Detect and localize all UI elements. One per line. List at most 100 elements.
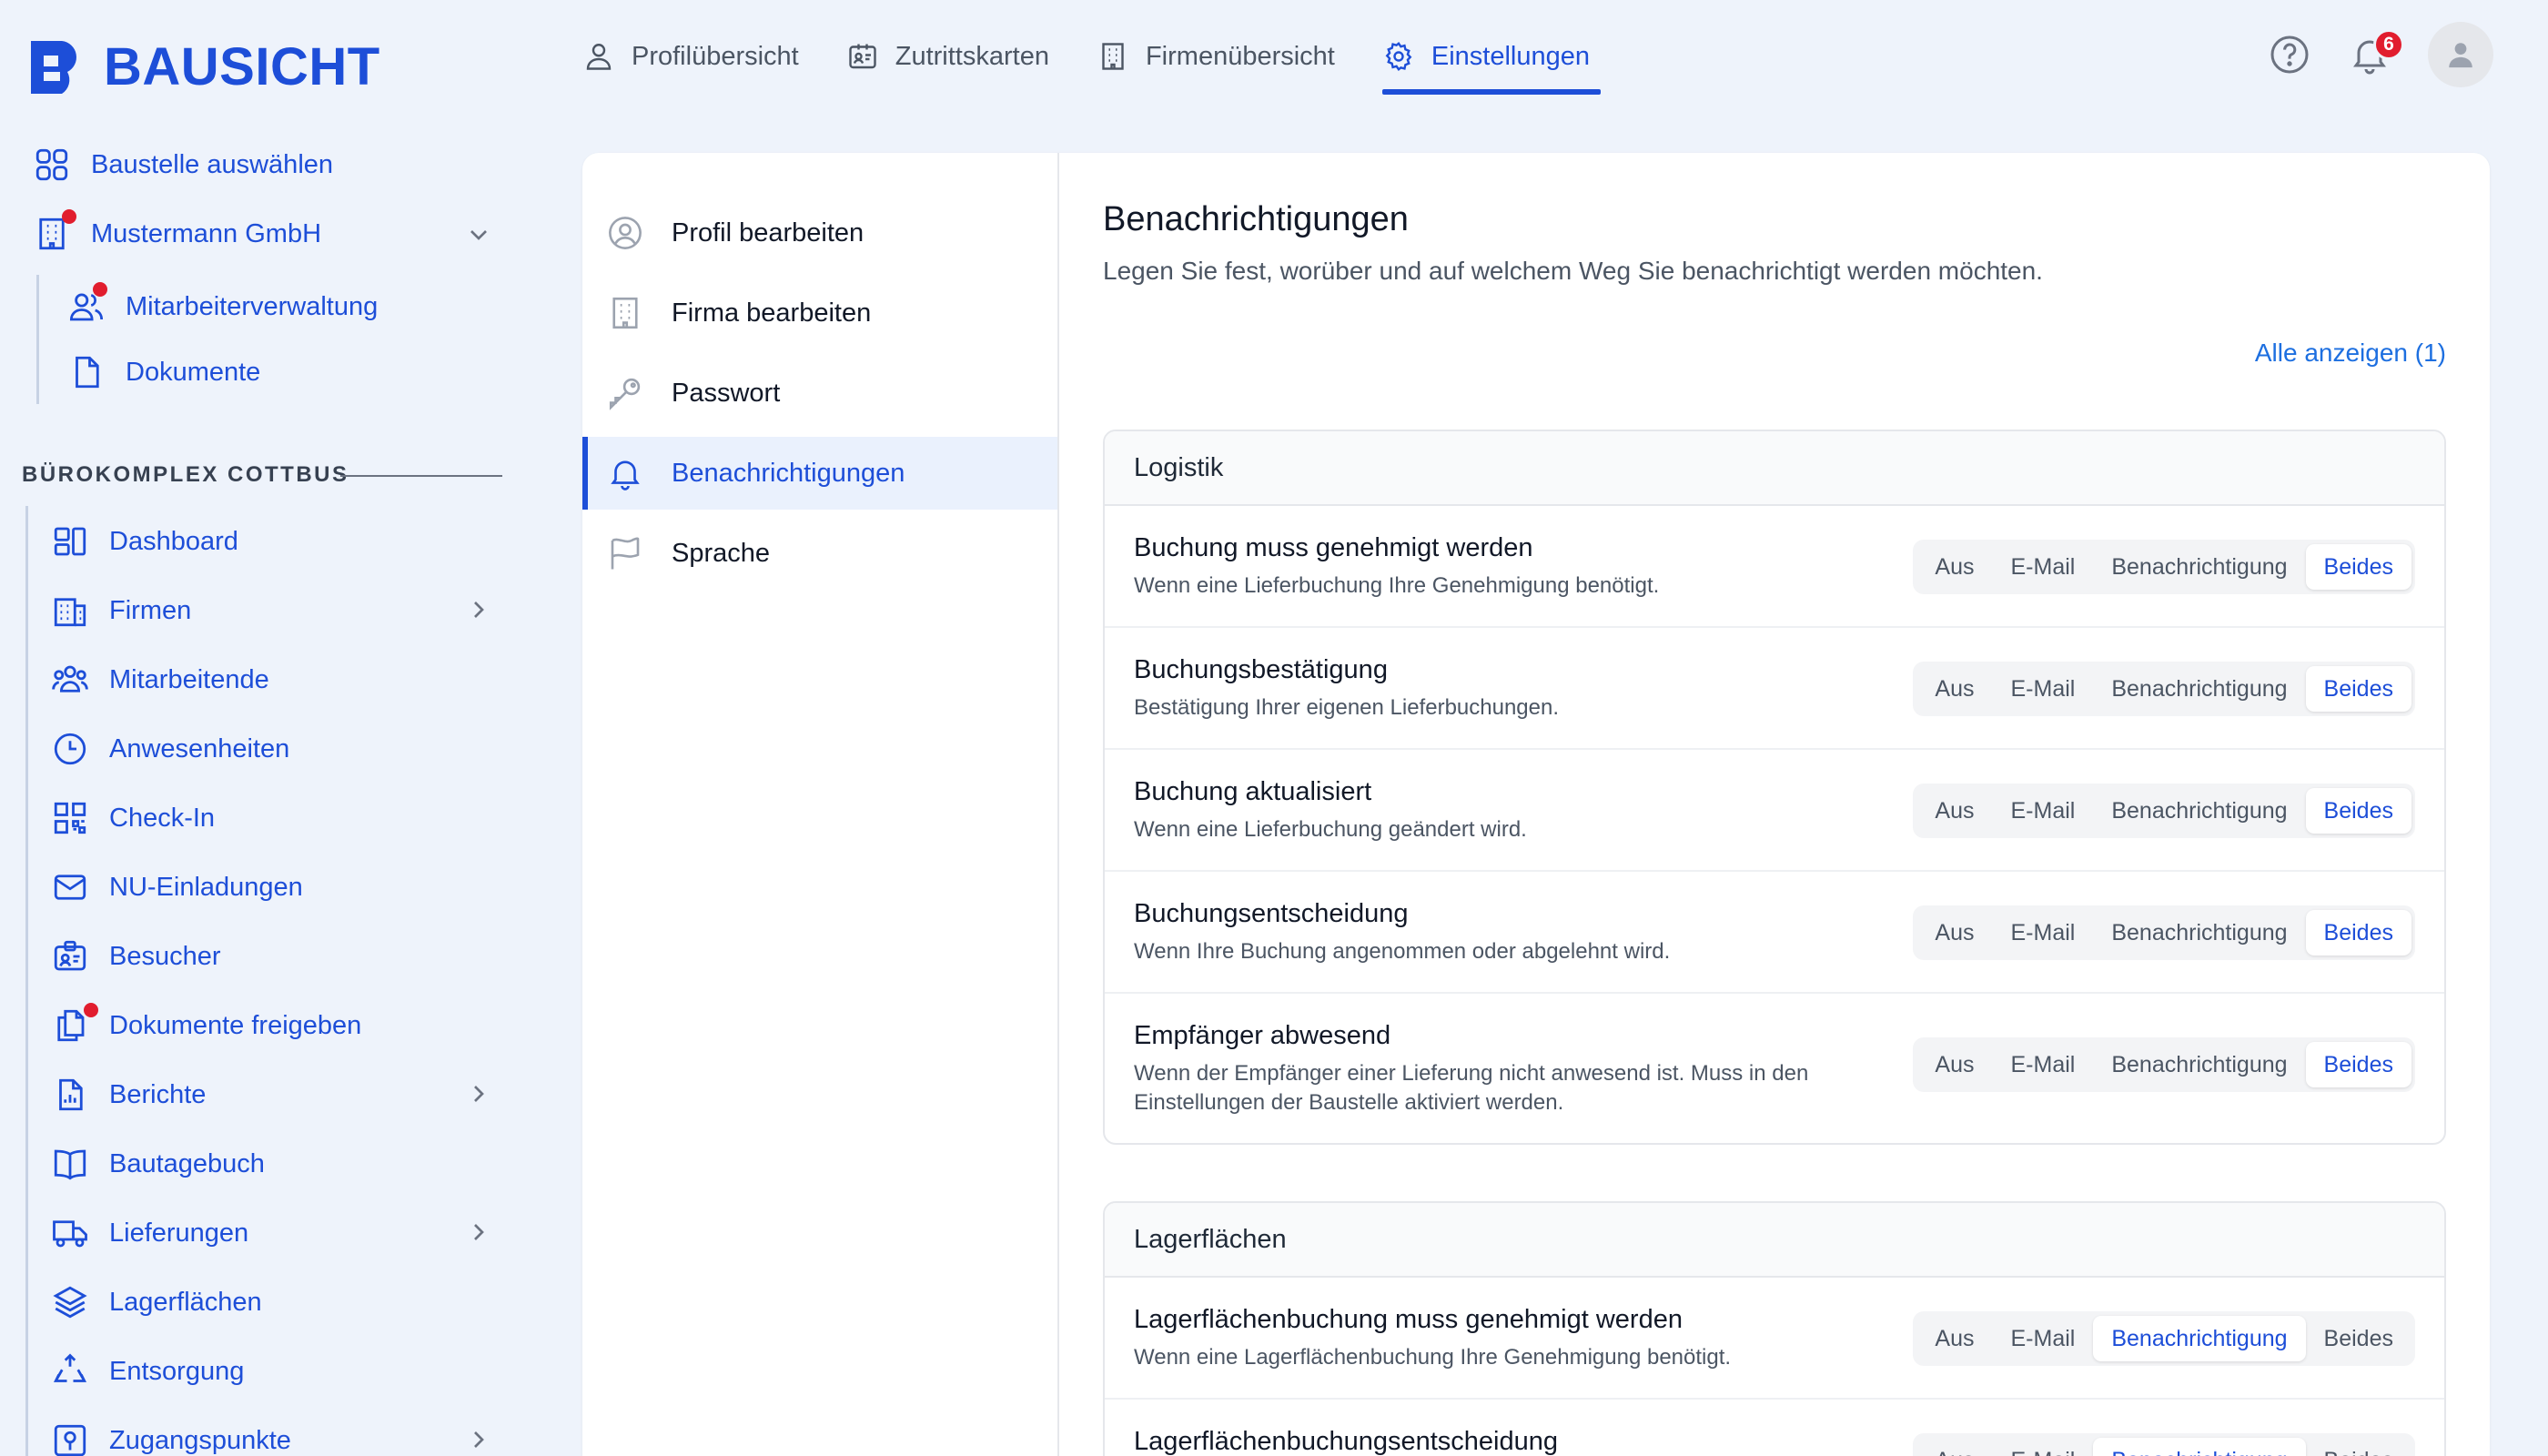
tab-profile-overview[interactable]: Profilübersicht — [582, 27, 799, 86]
chevron-right-icon[interactable] — [464, 1425, 493, 1454]
sidebar-item-disposal[interactable]: Entsorgung — [51, 1352, 244, 1390]
notification-setting-row: Empfänger abwesend Wenn der Empfänger ein… — [1105, 994, 2444, 1143]
settings-nav-company[interactable]: Firma bearbeiten — [582, 277, 1057, 349]
channel-option[interactable]: E-Mail — [1993, 1042, 2094, 1087]
sidebar-item-attendance[interactable]: Anwesenheiten — [51, 730, 289, 768]
sidebar-item-documents[interactable]: Dokumente — [67, 353, 260, 391]
page-title: Benachrichtigungen — [1103, 200, 1409, 238]
documents-icon — [51, 1003, 98, 1045]
show-all-link[interactable]: Alle anzeigen (1) — [2255, 339, 2446, 368]
notifications-button[interactable]: 6 — [2348, 29, 2404, 76]
settings-nav-label: Sprache — [672, 538, 771, 568]
channel-option[interactable]: Aus — [1916, 1042, 1992, 1087]
channel-option[interactable]: Benachrichtigung — [2093, 1042, 2305, 1087]
tab-label: Einstellungen — [1431, 41, 1591, 71]
channel-option[interactable]: Benachrichtigung — [2093, 1316, 2306, 1361]
chevron-right-icon[interactable] — [464, 1079, 493, 1108]
select-site-button[interactable]: Baustelle auswählen — [33, 146, 333, 184]
channel-option[interactable]: Beides — [2305, 666, 2412, 712]
sidebar-item-reports[interactable]: Berichte — [51, 1076, 206, 1114]
settings-nav: Profil bearbeiten Firma bearbeiten Passw… — [582, 153, 1059, 1456]
channel-option[interactable]: E-Mail — [1993, 1438, 2094, 1456]
channel-option[interactable]: Aus — [1916, 910, 1992, 956]
settings-nav-password[interactable]: Passwort — [582, 357, 1057, 430]
setting-description: Wenn eine Lieferbuchung Ihre Genehmigung… — [1134, 573, 1660, 598]
channel-option[interactable]: Aus — [1916, 544, 1992, 590]
channel-option[interactable]: Aus — [1916, 1438, 1992, 1456]
notification-setting-row: Buchungsentscheidung Wenn Ihre Buchung an… — [1105, 872, 2444, 994]
channel-option[interactable]: E-Mail — [1993, 544, 2094, 590]
tab-access-cards[interactable]: Zutrittskarten — [846, 27, 1049, 86]
company-switcher[interactable]: Mustermann GmbH — [33, 209, 322, 253]
chevron-right-icon[interactable] — [464, 595, 493, 624]
channel-option[interactable]: Aus — [1916, 788, 1992, 834]
channel-option[interactable]: Beides — [2305, 788, 2412, 834]
sidebar-item-visitors[interactable]: Besucher — [51, 937, 221, 976]
sidebar-item-nu-invitations[interactable]: NU-Einladungen — [51, 868, 303, 906]
sidebar-item-construction-diary[interactable]: Bautagebuch — [51, 1145, 265, 1183]
group-title: Lagerflächen — [1105, 1203, 2444, 1278]
channel-option[interactable]: Beides — [2306, 1316, 2412, 1361]
settings-card: Profil bearbeiten Firma bearbeiten Passw… — [582, 153, 2490, 1456]
sidebar-item-label: Bautagebuch — [109, 1148, 265, 1178]
sidebar-item-label: Entsorgung — [109, 1356, 245, 1386]
sidebar-item-dashboard[interactable]: Dashboard — [51, 522, 238, 561]
settings-nav-language[interactable]: Sprache — [582, 517, 1057, 590]
settings-nav-notifications[interactable]: Benachrichtigungen — [582, 437, 1057, 510]
notification-setting-row: Lagerflächenbuchungsentscheidung AusE-Mai… — [1105, 1400, 2444, 1456]
channel-option[interactable]: Benachrichtigung — [2093, 666, 2305, 712]
channel-option[interactable]: E-Mail — [1993, 1316, 2094, 1361]
sidebar-item-release-documents[interactable]: Dokumente freigeben — [51, 1003, 361, 1045]
sidebar-item-deliveries[interactable]: Lieferungen — [51, 1214, 248, 1252]
visitor-badge-icon — [51, 937, 89, 976]
channel-option[interactable]: Aus — [1916, 666, 1992, 712]
brand-logo[interactable]: BAUSICHT — [27, 36, 380, 97]
sidebar-item-label: Lieferungen — [109, 1218, 249, 1248]
sidebar-item-employee-management[interactable]: Mitarbeiterverwaltung — [67, 282, 378, 326]
unread-dot — [93, 282, 107, 297]
channel-option[interactable]: Benachrichtigung — [2093, 788, 2305, 834]
section-line — [25, 506, 28, 1456]
channel-option[interactable]: Benachrichtigung — [2093, 910, 2305, 956]
unread-dot — [62, 209, 76, 224]
select-site-label: Baustelle auswählen — [91, 149, 334, 179]
channel-option[interactable]: Benachrichtigung — [2093, 1438, 2306, 1456]
sidebar-item-staff[interactable]: Mitarbeitende — [51, 661, 269, 699]
settings-nav-profile[interactable]: Profil bearbeiten — [582, 197, 1057, 269]
sidebar-item-label: Besucher — [109, 941, 221, 971]
tab-settings[interactable]: Einstellungen — [1381, 27, 1602, 95]
settings-nav-label: Profil bearbeiten — [672, 217, 864, 248]
chevron-down-icon[interactable] — [464, 220, 493, 249]
avatar[interactable] — [2428, 22, 2493, 87]
setting-title: Buchung aktualisiert — [1134, 777, 1372, 806]
channel-option[interactable]: Beides — [2306, 1438, 2412, 1456]
settings-nav-label: Passwort — [672, 378, 781, 408]
setting-description: Bestätigung Ihrer eigenen Lieferbuchunge… — [1134, 695, 1560, 720]
channel-option[interactable]: Beides — [2305, 910, 2412, 956]
notification-count-badge: 6 — [2373, 29, 2404, 60]
company-name: Mustermann GmbH — [91, 218, 322, 248]
sidebar-item-storage-areas[interactable]: Lagerflächen — [51, 1283, 262, 1321]
users-icon — [51, 661, 89, 699]
channel-option[interactable]: Beides — [2305, 1042, 2412, 1087]
channel-option[interactable]: Beides — [2305, 544, 2412, 590]
sidebar-item-companies[interactable]: Firmen — [51, 592, 191, 630]
setting-description: Wenn eine Lagerflächenbuchung Ihre Geneh… — [1134, 1345, 1732, 1370]
channel-option[interactable]: E-Mail — [1993, 666, 2094, 712]
site-section-title: BÜROKOMPLEX COTTBUS — [22, 462, 349, 487]
help-button[interactable] — [2268, 33, 2311, 76]
sidebar-item-access-points[interactable]: Zugangspunkte — [51, 1421, 291, 1456]
chevron-right-icon[interactable] — [464, 1218, 493, 1247]
channel-option[interactable]: E-Mail — [1993, 910, 2094, 956]
id-card-icon — [849, 44, 876, 69]
divider — [340, 475, 502, 477]
channel-option[interactable]: Aus — [1916, 1316, 1992, 1361]
key-icon — [609, 378, 641, 410]
channel-option[interactable]: E-Mail — [1993, 788, 2094, 834]
building-icon — [51, 592, 89, 630]
channel-option[interactable]: Benachrichtigung — [2093, 544, 2305, 590]
notification-setting-row: Buchung muss genehmigt werden Wenn eine L… — [1105, 506, 2444, 628]
setting-title: Lagerflächenbuchungsentscheidung — [1134, 1427, 1558, 1456]
sidebar-item-check-in[interactable]: Check-In — [51, 799, 215, 837]
tab-company-overview[interactable]: Firmenübersicht — [1097, 27, 1335, 86]
